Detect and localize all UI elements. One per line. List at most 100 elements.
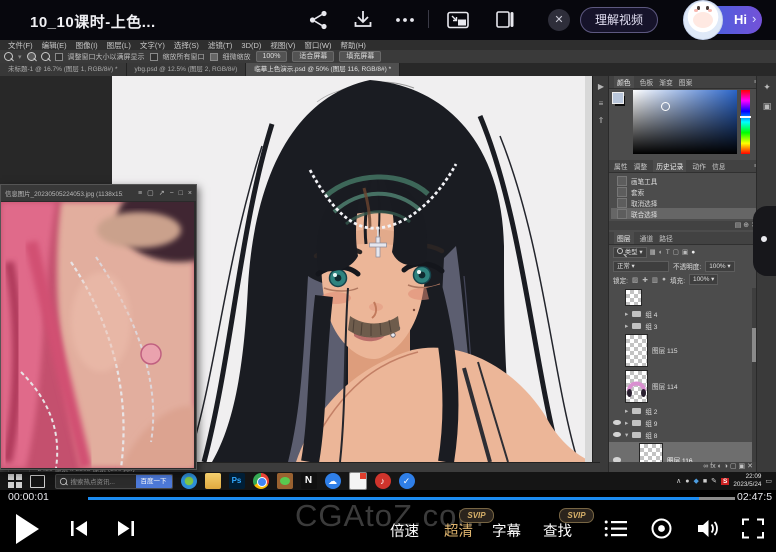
fill-screen-button[interactable]: 填充屏幕 xyxy=(339,51,381,62)
visibility-eye-icon[interactable] xyxy=(613,432,621,438)
previous-episode-button[interactable] xyxy=(70,520,89,537)
dock-icon-3[interactable]: ⇑ xyxy=(593,116,609,125)
link-layers-icon[interactable]: ∞ xyxy=(703,463,708,470)
share-icon[interactable] xyxy=(308,10,330,30)
menu-window[interactable]: 窗口(W) xyxy=(304,40,331,51)
music-app-icon[interactable]: ♪ xyxy=(375,473,391,489)
menu-filter[interactable]: 滤镜(T) xyxy=(208,40,233,51)
tab-swatches[interactable]: 色板 xyxy=(640,77,654,87)
history-step[interactable]: 取消选择 xyxy=(611,197,757,208)
tray-s-icon[interactable]: S xyxy=(721,478,729,485)
volume-icon[interactable] xyxy=(696,518,719,539)
menu-help[interactable]: 帮助(H) xyxy=(341,40,366,51)
menu-layer[interactable]: 图层(L) xyxy=(107,40,131,51)
resize-windows-checkbox[interactable] xyxy=(55,53,63,61)
color-field[interactable] xyxy=(633,90,737,154)
visibility-eye-icon[interactable] xyxy=(613,420,621,426)
layer-row[interactable] xyxy=(609,288,757,306)
dock-icon-1[interactable]: ▶ xyxy=(593,82,609,91)
close-icon[interactable]: ✕ xyxy=(548,9,570,31)
menu-image[interactable]: 图像(I) xyxy=(76,40,98,51)
menu-select[interactable]: 选择(S) xyxy=(174,40,199,51)
task-view-icon[interactable] xyxy=(30,475,45,488)
canvas-scrollbar[interactable] xyxy=(585,76,592,462)
layer-group-row[interactable]: ▸ 组 3 xyxy=(609,320,757,331)
window-zoom-icon[interactable]: ↗ xyxy=(159,189,165,197)
layer-mask-icon[interactable]: ◐ xyxy=(718,463,722,470)
tool-preset-chevron-icon[interactable]: ▾ xyxy=(18,53,22,61)
history-step[interactable]: 套索 xyxy=(611,186,757,197)
delete-layer-icon[interactable]: ✕ xyxy=(747,463,753,470)
filter-toggle-icon[interactable]: ● xyxy=(691,249,695,256)
tab-channels[interactable]: 通道 xyxy=(640,233,654,243)
layer-style-icon[interactable]: fx xyxy=(710,463,715,470)
window-minimize-icon[interactable]: − xyxy=(170,190,174,197)
baidu-search-button[interactable]: 百度一下 xyxy=(136,475,172,488)
chrome-icon[interactable] xyxy=(253,473,269,489)
dock-window-icon[interactable] xyxy=(494,10,516,30)
menu-view[interactable]: 视图(V) xyxy=(270,40,295,51)
window-maximize-icon[interactable]: □ xyxy=(179,190,183,197)
adjustments-icon[interactable]: ▣ xyxy=(757,101,776,112)
notes-app-icon[interactable]: N xyxy=(301,473,317,489)
zoom-all-checkbox[interactable] xyxy=(150,53,158,61)
layer-row[interactable]: 图层 114 xyxy=(609,369,757,403)
fill-value[interactable]: 100% ▾ xyxy=(689,274,718,285)
menu-type[interactable]: 文字(Y) xyxy=(140,40,165,51)
play-button[interactable] xyxy=(14,513,40,545)
download-icon[interactable] xyxy=(352,10,374,30)
tab-properties[interactable]: 属性 xyxy=(614,161,628,171)
layer-group-row[interactable]: ▾ 组 8 xyxy=(609,429,757,440)
wechat-icon[interactable] xyxy=(277,473,293,489)
layer-group-row[interactable]: ▸ 组 4 xyxy=(609,308,757,319)
speed-button[interactable]: 倍速 xyxy=(390,520,419,541)
find-button[interactable]: 查找 xyxy=(543,520,572,541)
reference-image-window[interactable]: 信息图片_20230505224053.jpg (1138x1518... ≡ … xyxy=(0,184,197,470)
notification-icon[interactable]: ▭ xyxy=(765,477,772,485)
layer-row[interactable]: 图层 115 xyxy=(609,333,757,367)
tray-shield-icon[interactable]: ◆ xyxy=(694,477,699,485)
new-group-icon[interactable]: ▢ xyxy=(730,463,737,470)
menu-edit[interactable]: 编辑(E) xyxy=(42,40,67,51)
tab-info[interactable]: 信息 xyxy=(712,161,726,171)
taskbar-clock[interactable]: 22:092023/5/24 xyxy=(733,473,761,489)
window-fit-icon[interactable]: ▢ xyxy=(147,189,154,197)
window-close-icon[interactable]: × xyxy=(188,190,192,197)
lock-all-icon[interactable]: ● xyxy=(662,276,666,283)
more-icon[interactable] xyxy=(394,10,416,30)
reference-window-titlebar[interactable]: 信息图片_20230505224053.jpg (1138x1518... ≡ … xyxy=(1,185,196,202)
progress-bar-remaining[interactable] xyxy=(699,497,735,500)
layer-group-row[interactable]: ▸ 组 2 xyxy=(609,405,757,416)
tab-adjustments[interactable]: 调整 xyxy=(634,161,648,171)
tab-paths[interactable]: 路径 xyxy=(659,233,673,243)
lock-pixels-icon[interactable]: ✚ xyxy=(642,276,648,284)
floating-side-widget[interactable] xyxy=(753,206,776,276)
new-layer-icon[interactable]: ▣ xyxy=(739,463,746,470)
history-step-selected[interactable]: 联合选择 xyxy=(611,208,759,219)
record-icon[interactable] xyxy=(650,517,673,540)
tab-color[interactable]: 颜色 xyxy=(614,76,634,88)
tab-gradients[interactable]: 渐变 xyxy=(659,77,673,87)
tab-layers[interactable]: 图层 xyxy=(614,232,634,244)
hue-slider[interactable] xyxy=(741,90,750,154)
filter-pixel-icon[interactable]: ▦ xyxy=(650,248,656,256)
tray-icon[interactable]: ● xyxy=(685,478,689,485)
adjustment-layer-icon[interactable]: ◑ xyxy=(724,463,728,470)
libraries-icon[interactable]: ✦ xyxy=(757,82,776,93)
zoom-in-icon[interactable] xyxy=(27,52,36,61)
menu-file[interactable]: 文件(F) xyxy=(8,40,33,51)
quality-button[interactable]: 超清 xyxy=(444,520,473,541)
blend-mode-select[interactable]: 正常 ▾ xyxy=(613,261,669,272)
assistant-avatar[interactable] xyxy=(683,0,723,40)
playlist-icon[interactable] xyxy=(604,519,628,538)
opacity-value[interactable]: 100% ▾ xyxy=(705,261,734,272)
zoom-out-icon[interactable] xyxy=(41,52,50,61)
dock-icon-2[interactable]: ≡ xyxy=(593,99,609,108)
history-step[interactable]: 画笔工具 xyxy=(611,175,757,186)
layer-group-row[interactable]: ▸ 组 9 xyxy=(609,417,757,428)
tab-history[interactable]: 历史记录 xyxy=(653,160,686,172)
picture-in-picture-icon[interactable] xyxy=(447,10,469,30)
doc-tab-ybg[interactable]: ybg.psd @ 12.5% (图层 2, RGB/8#) xyxy=(127,63,247,76)
photoshop-icon[interactable]: Ps xyxy=(229,473,245,489)
tab-actions[interactable]: 动作 xyxy=(692,161,706,171)
